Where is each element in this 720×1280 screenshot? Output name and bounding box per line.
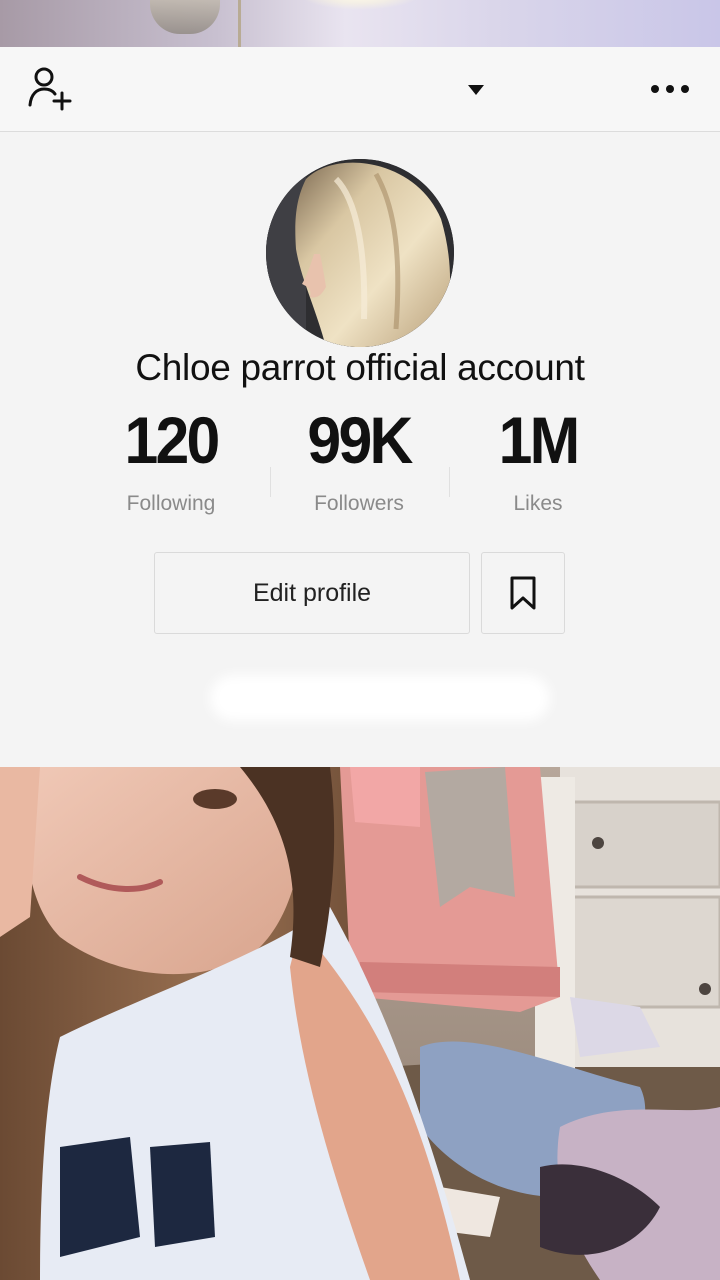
background-photo-top <box>0 0 720 47</box>
stat-followers[interactable]: 99K Followers <box>269 402 449 516</box>
avatar-photo <box>266 159 454 347</box>
edit-profile-button[interactable]: Edit profile <box>154 552 470 634</box>
ceiling-light <box>300 0 420 10</box>
more-options-button[interactable] <box>646 73 694 105</box>
account-switcher-dropdown[interactable] <box>458 75 494 105</box>
profile-header <box>0 47 720 132</box>
room-photo <box>0 767 720 1280</box>
likes-count: 1M <box>498 403 581 477</box>
more-options-icon <box>651 85 689 93</box>
profile-card: Chloe parrot official account 120 Follow… <box>0 47 720 767</box>
stat-likes[interactable]: 1M Likes <box>448 402 628 516</box>
lamp-pole <box>238 0 241 47</box>
followers-count: 99K <box>307 403 413 477</box>
avatar[interactable] <box>266 159 454 347</box>
lamp-shade <box>150 0 220 34</box>
add-user-button[interactable] <box>26 67 74 111</box>
bookmark-button[interactable] <box>481 552 565 634</box>
bookmark-icon <box>510 576 536 610</box>
display-name: Chloe parrot official account <box>135 347 585 388</box>
background-photo-bottom <box>0 767 720 1280</box>
caret-down-icon <box>468 85 484 95</box>
blurred-bio <box>210 675 550 721</box>
stat-following[interactable]: 120 Following <box>81 402 261 516</box>
likes-label: Likes <box>513 492 563 515</box>
add-user-icon <box>28 67 72 111</box>
followers-label: Followers <box>314 492 404 515</box>
following-label: Following <box>126 492 216 515</box>
following-count: 120 <box>124 403 220 477</box>
